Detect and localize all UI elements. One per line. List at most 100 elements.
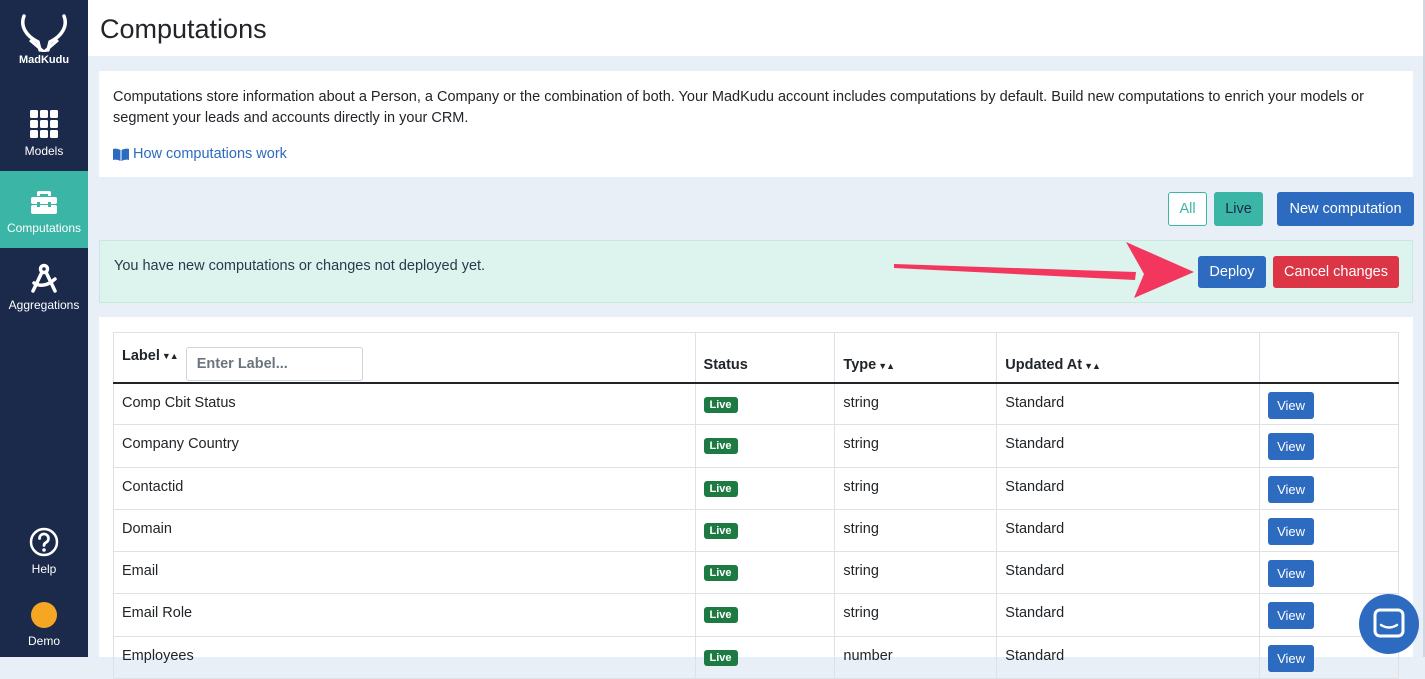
view-button[interactable]: View	[1268, 475, 1315, 503]
toolbox-icon	[31, 191, 57, 214]
cell-updated: Standard	[996, 467, 1261, 510]
grid-icon	[30, 110, 58, 138]
cell-updated: Standard	[996, 382, 1261, 425]
table-row: Email Role Live string Standard View	[113, 593, 1399, 637]
page-title: Computations	[100, 14, 267, 44]
cancel-changes-button[interactable]: Cancel changes	[1273, 256, 1399, 288]
cell-status: Live	[694, 424, 836, 468]
sidebar-item-models[interactable]: Models	[0, 94, 88, 171]
view-button[interactable]: View	[1268, 602, 1315, 630]
status-badge: Live	[703, 649, 738, 666]
table-row: Contactid Live string Standard View	[113, 467, 1399, 510]
chat-icon	[1373, 608, 1405, 638]
cell-label: Employees	[113, 636, 696, 679]
sidebar-item-label: Models	[24, 144, 64, 158]
sidebar-item-label: Computations	[6, 221, 82, 235]
computations-table-card: Label ▼▲ Enter Label... Status Type ▼▲ Upd…	[99, 317, 1413, 679]
cell-updated: Standard	[996, 593, 1261, 637]
cell-type: string	[834, 509, 998, 552]
cell-type: string	[834, 593, 998, 637]
sidebar-item-label: Help	[31, 562, 57, 576]
cell-label: Comp Cbit Status	[113, 382, 696, 425]
cell-updated: Standard	[996, 509, 1261, 552]
cell-label: Email Role	[113, 593, 696, 637]
cell-updated: Standard	[996, 551, 1261, 594]
column-header-updated[interactable]: Updated At ▼▲	[996, 332, 1261, 383]
table-row: Employees Live number Standard View	[113, 636, 1399, 679]
filter-all-button[interactable]: All	[1168, 192, 1207, 226]
cell-label: Domain	[113, 509, 696, 552]
view-button[interactable]: View	[1268, 391, 1315, 419]
cell-type: string	[834, 424, 998, 468]
question-icon	[29, 527, 59, 557]
status-badge: Live	[703, 396, 738, 413]
sidebar-item-label: Aggregations	[8, 298, 80, 312]
cell-actions: View	[1259, 467, 1399, 510]
computations-table: Label ▼▲ Enter Label... Status Type ▼▲ Upd…	[113, 332, 1399, 679]
column-header-type[interactable]: Type ▼▲	[834, 332, 998, 383]
cell-type: number	[834, 636, 998, 679]
cell-status: Live	[694, 551, 836, 594]
cell-type: string	[834, 551, 998, 594]
deploy-button[interactable]: Deploy	[1198, 256, 1266, 288]
chat-launcher-button[interactable]	[1359, 594, 1419, 654]
cell-label: Contactid	[113, 467, 696, 510]
table-header-row: Label ▼▲ Enter Label... Status Type ▼▲ Upd…	[113, 332, 1399, 383]
cell-updated: Standard	[996, 424, 1261, 468]
brand-name: MadKudu	[18, 54, 70, 66]
cell-label: Email	[113, 551, 696, 594]
cell-label: Company Country	[113, 424, 696, 468]
cell-status: Live	[694, 509, 836, 552]
sidebar-item-aggregations[interactable]: Aggregations	[0, 248, 88, 325]
status-badge: Live	[703, 565, 738, 582]
info-description: Computations store information about a P…	[113, 89, 1364, 126]
page-header: Computations	[88, 0, 1423, 56]
table-row: Email Live string Standard View	[113, 551, 1399, 594]
cell-actions: View	[1259, 551, 1399, 594]
status-badge: Live	[703, 480, 738, 497]
link-label: How computations work	[133, 146, 287, 162]
cell-type: string	[834, 467, 998, 510]
status-badge: Live	[703, 607, 738, 624]
cell-actions: View	[1259, 424, 1399, 468]
status-badge: Live	[703, 438, 738, 455]
cell-status: Live	[694, 636, 836, 679]
view-button[interactable]: View	[1268, 560, 1315, 588]
cell-updated: Standard	[996, 636, 1261, 679]
info-card: Computations store information about a P…	[99, 71, 1413, 177]
column-header-status: Status	[694, 332, 836, 383]
cell-actions: View	[1259, 509, 1399, 552]
cell-status: Live	[694, 467, 836, 510]
cell-status: Live	[694, 593, 836, 637]
sidebar-item-label: Demo	[27, 634, 60, 648]
cell-status: Live	[694, 382, 836, 425]
sidebar-item-help[interactable]: Help	[0, 512, 88, 589]
avatar	[31, 602, 57, 628]
view-button[interactable]: View	[1268, 644, 1315, 672]
sort-icon[interactable]: ▼▲	[1084, 361, 1101, 371]
sort-icon[interactable]: ▼▲	[162, 351, 179, 361]
cell-actions: View	[1259, 382, 1399, 425]
view-button[interactable]: View	[1268, 433, 1315, 461]
book-icon	[113, 148, 129, 161]
alert-message: You have new computations or changes not…	[114, 258, 486, 274]
column-header-label[interactable]: Label ▼▲ Enter Label...	[113, 332, 696, 383]
label-filter-input[interactable]: Enter Label...	[185, 346, 363, 381]
sort-icon[interactable]: ▼▲	[878, 361, 895, 371]
new-computation-button[interactable]: New computation	[1277, 192, 1414, 226]
filter-live-button[interactable]: Live	[1214, 192, 1263, 226]
madkudu-logo[interactable]: MadKudu	[0, 12, 88, 66]
sidebar-item-user[interactable]: Demo	[0, 592, 88, 657]
sidebar-item-computations[interactable]: Computations	[0, 171, 88, 248]
cell-type: string	[834, 382, 998, 425]
column-header-actions	[1259, 332, 1399, 383]
kudu-horns-icon	[21, 14, 67, 52]
sidebar: MadKudu Models Computations Aggregations…	[0, 0, 88, 657]
table-row: Comp Cbit Status Live string Standard View	[113, 382, 1399, 425]
status-badge: Live	[703, 522, 738, 539]
compass-icon	[31, 263, 57, 293]
view-button[interactable]: View	[1268, 517, 1315, 545]
table-row: Domain Live string Standard View	[113, 509, 1399, 552]
how-computations-work-link[interactable]: How computations work	[113, 144, 287, 165]
table-row: Company Country Live string Standard View	[113, 424, 1399, 468]
